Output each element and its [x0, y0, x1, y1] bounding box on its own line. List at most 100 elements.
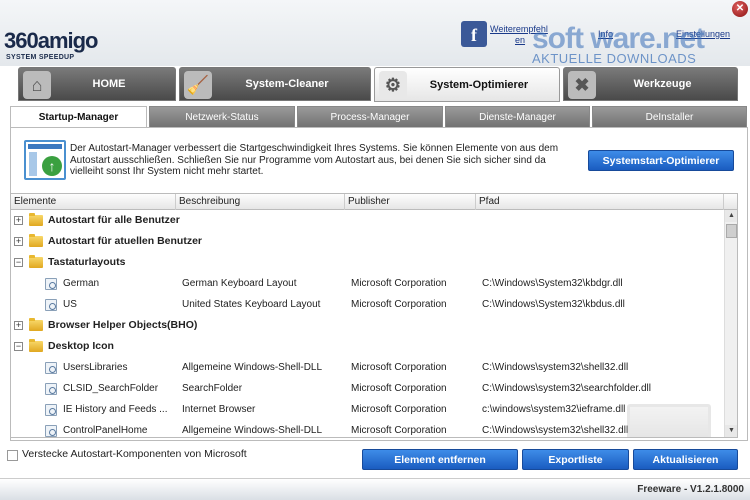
gear-icon: ⚙ — [379, 71, 407, 99]
folder-icon — [29, 255, 43, 268]
expand-icon[interactable]: + — [14, 321, 23, 330]
cell-element: US — [63, 299, 77, 310]
scroll-down-icon[interactable]: ▼ — [725, 425, 737, 437]
cell-path: C:\Windows\System32\kbdus.dll — [482, 299, 625, 310]
table-row[interactable]: IE History and Feeds ... Internet Browser… — [11, 399, 725, 420]
subtab-netzwerk-status[interactable]: Netzwerk-Status — [149, 106, 295, 127]
table-row[interactable]: US United States Keyboard Layout Microsoft… — [11, 294, 725, 315]
scroll-thumb[interactable] — [726, 224, 737, 238]
col-pfad[interactable]: Pfad — [476, 194, 724, 210]
cell-element: CLSID_SearchFolder — [63, 383, 159, 394]
cell-publisher: Microsoft Corporation — [351, 383, 447, 394]
folder-icon — [29, 318, 43, 331]
startup-table: Elemente Beschreibung Publisher Pfad + Au… — [10, 193, 738, 438]
table-group-row[interactable]: + Autostart für atuellen Benutzer — [11, 231, 725, 252]
group-label: Browser Helper Objects(BHO) — [48, 319, 198, 331]
folder-icon — [29, 213, 43, 226]
cell-publisher: Microsoft Corporation — [351, 404, 447, 415]
tab-system-cleaner-label: System-Cleaner — [245, 78, 329, 90]
folder-icon — [29, 339, 43, 352]
cell-path: C:\Windows\System32\kbdgr.dll — [482, 278, 623, 289]
hide-microsoft-checkbox[interactable] — [7, 450, 18, 461]
cell-element: IE History and Feeds ... — [63, 404, 168, 415]
cell-desc: Internet Browser — [182, 404, 256, 415]
cell-publisher: Microsoft Corporation — [351, 425, 447, 436]
subtab-startup-manager[interactable]: Startup-Manager — [10, 106, 147, 128]
cell-element: German — [63, 278, 100, 289]
version-label: Freeware - V1.2.1.8000 — [637, 484, 744, 495]
cell-publisher: Microsoft Corporation — [351, 362, 447, 373]
cell-publisher: Microsoft Corporation — [351, 299, 447, 310]
recommend-link-cont[interactable]: en — [515, 35, 525, 45]
col-elemente[interactable]: Elemente — [11, 194, 176, 210]
logo-name: 360amigo — [4, 28, 98, 53]
tools-icon: ✖ — [568, 71, 596, 99]
close-icon[interactable]: ✕ — [732, 1, 748, 17]
tab-system-optimierer-label: System-Optimierer — [429, 78, 529, 91]
tab-home[interactable]: ⌂ HOME — [18, 67, 176, 101]
export-list-button[interactable]: Exportliste — [522, 449, 629, 470]
expand-icon[interactable]: + — [14, 237, 23, 246]
component-icon — [45, 299, 57, 311]
table-row[interactable]: UsersLibraries Allgemeine Windows-Shell-D… — [11, 357, 725, 378]
monitor-watermark-icon — [619, 404, 719, 437]
logo-tagline: SYSTEM SPEEDUP — [6, 54, 75, 61]
cell-desc: German Keyboard Layout — [182, 278, 297, 289]
expand-icon[interactable]: + — [14, 216, 23, 225]
tab-werkzeuge[interactable]: ✖ Werkzeuge — [563, 67, 738, 101]
subtab-process-manager[interactable]: Process-Manager — [297, 106, 443, 127]
cell-element: ControlPanelHome — [63, 425, 148, 436]
home-icon: ⌂ — [23, 71, 51, 99]
group-label: Tastaturlayouts — [48, 256, 126, 268]
startup-icon: ↑ — [24, 140, 66, 180]
cell-desc: United States Keyboard Layout — [182, 299, 321, 310]
subtab-deinstaller[interactable]: DeInstaller — [592, 106, 747, 127]
table-row[interactable]: ControlPanelHome Allgemeine Windows-Shell… — [11, 420, 725, 437]
component-icon — [45, 425, 57, 437]
refresh-button[interactable]: Aktualisieren — [633, 449, 738, 470]
systemstart-optimierer-button[interactable]: Systemstart-Optimierer — [588, 150, 734, 171]
tab-werkzeuge-label: Werkzeuge — [633, 78, 692, 90]
cell-desc: SearchFolder — [182, 383, 243, 394]
folder-icon — [29, 234, 43, 247]
cell-path: C:\Windows\system32\shell32.dll — [482, 362, 629, 373]
cell-element: UsersLibraries — [63, 362, 128, 373]
broom-icon: 🧹 — [184, 71, 212, 99]
facebook-icon[interactable]: f — [461, 21, 487, 47]
scroll-up-icon[interactable]: ▲ — [725, 210, 737, 222]
cell-desc: Allgemeine Windows-Shell-DLL — [182, 362, 323, 373]
cell-desc: Allgemeine Windows-Shell-DLL — [182, 425, 323, 436]
tab-system-cleaner[interactable]: 🧹 System-Cleaner — [179, 67, 371, 101]
group-label: Desktop Icon — [48, 340, 114, 352]
col-publisher[interactable]: Publisher — [345, 194, 476, 210]
info-description: Der Autostart-Manager verbessert die Sta… — [70, 143, 585, 178]
table-group-row[interactable]: − Desktop Icon — [11, 336, 725, 357]
remove-element-button[interactable]: Element entfernen — [362, 449, 518, 470]
table-row[interactable]: German German Keyboard Layout Microsoft Co… — [11, 273, 725, 294]
group-label: Autostart für atuellen Benutzer — [48, 235, 203, 247]
col-beschreibung[interactable]: Beschreibung — [176, 194, 345, 210]
cell-path: C:\Windows\system32\searchfolder.dll — [482, 383, 651, 394]
collapse-icon[interactable]: − — [14, 342, 23, 351]
hide-microsoft-label: Verstecke Autostart-Komponenten von Micr… — [22, 448, 247, 460]
table-group-row[interactable]: − Tastaturlayouts — [11, 252, 725, 273]
info-line-3: vielleiht sonst Ihr System nicht mehr st… — [70, 166, 264, 177]
tab-system-optimierer[interactable]: ⚙ System-Optimierer — [374, 67, 560, 102]
table-group-row[interactable]: + Autostart für alle Benutzer — [11, 210, 725, 231]
component-icon — [45, 362, 57, 374]
sub-tabs: Startup-Manager Netzwerk-Status Process-… — [10, 106, 748, 128]
group-label: Autostart für alle Benutzer — [48, 214, 180, 226]
main-tabs: ⌂ HOME 🧹 System-Cleaner ⚙ System-Optimie… — [18, 67, 738, 103]
tab-home-label: HOME — [92, 78, 126, 90]
table-row[interactable]: CLSID_SearchFolder SearchFolder Microsoft … — [11, 378, 725, 399]
component-icon — [45, 278, 57, 290]
vertical-scrollbar[interactable]: ▲ ▼ — [724, 210, 737, 437]
table-group-row[interactable]: + Browser Helper Objects(BHO) — [11, 315, 725, 336]
table-header: Elemente Beschreibung Publisher Pfad — [11, 194, 737, 210]
component-icon — [45, 383, 57, 395]
subtab-dienste-manager[interactable]: Dienste-Manager — [445, 106, 590, 127]
collapse-icon[interactable]: − — [14, 258, 23, 267]
info-line-2: Autostart ausschließen. Schließen Sie nu… — [70, 154, 546, 166]
info-line-1: Der Autostart-Manager verbessert die Sta… — [70, 143, 559, 154]
component-icon — [45, 404, 57, 416]
